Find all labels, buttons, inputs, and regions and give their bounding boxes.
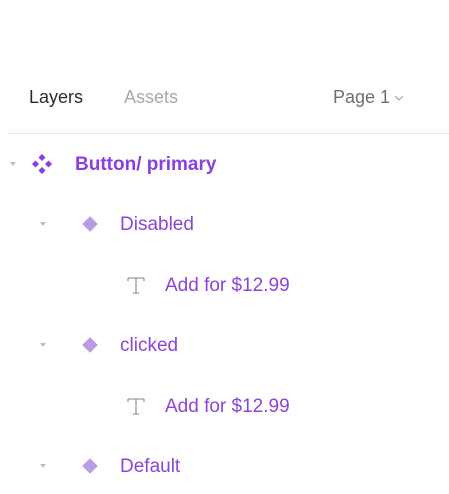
- layers-panel: Layers Assets Page 1 Button/ primary Dis…: [0, 0, 449, 494]
- layer-row-text[interactable]: Add for $12.99: [0, 387, 449, 427]
- caret-down-icon[interactable]: [38, 219, 48, 229]
- layer-row-disabled[interactable]: Disabled: [0, 205, 449, 245]
- page-selector[interactable]: Page 1: [333, 86, 404, 108]
- text-icon: [127, 398, 145, 415]
- component-icon: [82, 216, 98, 232]
- layer-name: Disabled: [120, 214, 194, 235]
- page-selector-label: Page 1: [333, 87, 391, 107]
- header-divider: [8, 133, 449, 134]
- layer-row-clicked[interactable]: clicked: [0, 326, 449, 366]
- layer-row-default[interactable]: Default: [0, 447, 449, 487]
- caret-down-icon[interactable]: [8, 159, 18, 169]
- layer-name: clicked: [120, 335, 179, 356]
- caret-down-icon[interactable]: [38, 461, 48, 471]
- component-set-icon: [31, 153, 53, 175]
- layer-name: Add for $12.99: [165, 275, 290, 296]
- tab-assets[interactable]: Assets: [124, 86, 178, 108]
- layer-row-text[interactable]: Add for $12.99: [0, 266, 449, 306]
- panel-header: Layers Assets Page 1: [0, 74, 449, 120]
- layer-row-button-primary[interactable]: Button/ primary: [0, 145, 449, 185]
- layer-name: Button/ primary: [75, 154, 217, 175]
- caret-down-icon[interactable]: [38, 340, 48, 350]
- layer-name: Add for $12.99: [165, 396, 290, 417]
- tab-layers[interactable]: Layers: [29, 86, 83, 108]
- layer-name: Default: [120, 456, 181, 477]
- component-icon: [82, 458, 98, 474]
- component-icon: [82, 337, 98, 353]
- chevron-down-icon: [394, 95, 404, 101]
- text-icon: [127, 277, 145, 294]
